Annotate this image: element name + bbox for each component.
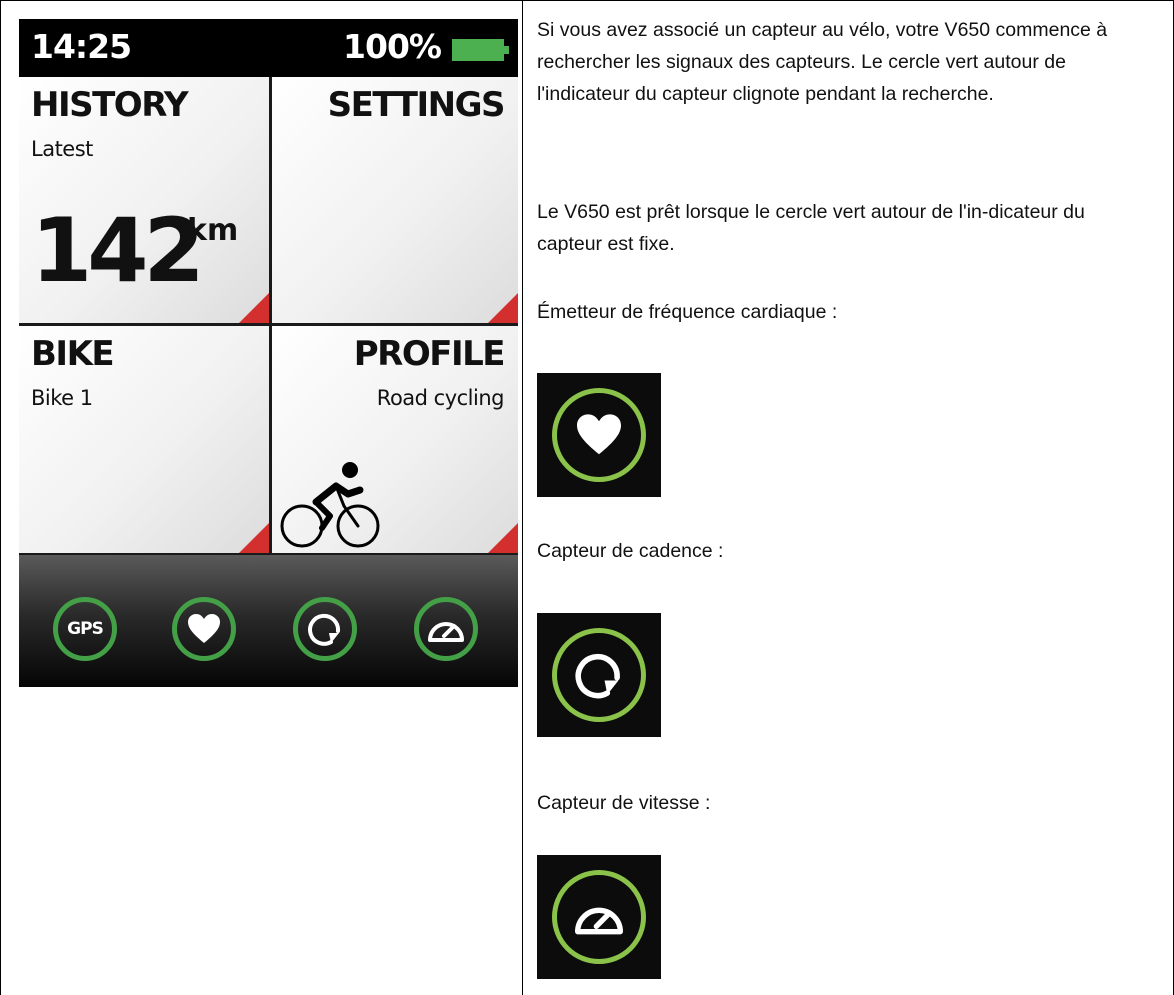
tile-profile[interactable]: PROFILE Road cycling bbox=[272, 326, 518, 553]
heart-rate-sensor[interactable] bbox=[172, 597, 236, 661]
history-distance-unit: km bbox=[187, 213, 239, 248]
cadence-indicator bbox=[537, 613, 661, 737]
tile-history-subtitle: Latest bbox=[31, 137, 93, 161]
heart-icon bbox=[577, 414, 621, 455]
tile-bike-subtitle: Bike 1 bbox=[31, 386, 93, 410]
indicator-ring bbox=[552, 628, 646, 722]
ready-paragraph: Le V650 est prêt lorsque le cercle vert … bbox=[537, 201, 1085, 255]
cadence-icon bbox=[308, 613, 341, 646]
indicator-ring bbox=[552, 870, 646, 964]
sensor-bar: GPS bbox=[19, 555, 518, 687]
corner-indicator bbox=[488, 523, 518, 553]
gps-icon: GPS bbox=[67, 619, 104, 639]
gps-sensor[interactable]: GPS bbox=[53, 597, 117, 661]
clock: 14:25 bbox=[31, 27, 132, 66]
battery-tip bbox=[504, 46, 509, 54]
cadence-sensor[interactable] bbox=[293, 597, 357, 661]
speedometer-icon bbox=[575, 907, 623, 935]
hr-sensor-label: Émetteur de fréquence cardiaque : bbox=[537, 301, 838, 323]
tile-history[interactable]: HISTORY Latest 142 km bbox=[19, 77, 269, 323]
speed-indicator bbox=[537, 855, 661, 979]
history-distance-value: 142 bbox=[31, 199, 205, 302]
cadence-sensor-label: Capteur de cadence : bbox=[537, 540, 724, 562]
corner-indicator bbox=[488, 293, 518, 323]
corner-indicator bbox=[239, 293, 269, 323]
tile-settings[interactable]: SETTINGS bbox=[272, 77, 518, 323]
tile-bike-title: BIKE bbox=[31, 334, 115, 374]
status-bar: 14:25 100% bbox=[19, 19, 518, 77]
battery-percent: 100% bbox=[343, 27, 442, 66]
indicator-ring bbox=[552, 388, 646, 482]
speedometer-icon bbox=[428, 622, 464, 642]
tile-history-title: HISTORY bbox=[31, 85, 189, 125]
heart-icon bbox=[188, 614, 220, 643]
intro-paragraph: Si vous avez associé un capteur au vélo,… bbox=[537, 19, 1108, 105]
heart-rate-indicator bbox=[537, 373, 661, 497]
tile-bike[interactable]: BIKE Bike 1 bbox=[19, 326, 269, 553]
cyclist-icon bbox=[280, 462, 380, 548]
column-divider bbox=[522, 0, 523, 995]
battery-icon bbox=[452, 39, 504, 61]
tile-profile-title: PROFILE bbox=[353, 334, 506, 374]
speed-sensor[interactable] bbox=[414, 597, 478, 661]
tile-settings-title: SETTINGS bbox=[327, 85, 506, 125]
cadence-icon bbox=[575, 653, 620, 699]
tile-profile-subtitle: Road cycling bbox=[376, 386, 505, 410]
corner-indicator bbox=[239, 523, 269, 553]
speed-sensor-label: Capteur de vitesse : bbox=[537, 792, 711, 814]
device-screen: 14:25 100% HISTORY Latest 142 km SETTING… bbox=[19, 19, 518, 687]
